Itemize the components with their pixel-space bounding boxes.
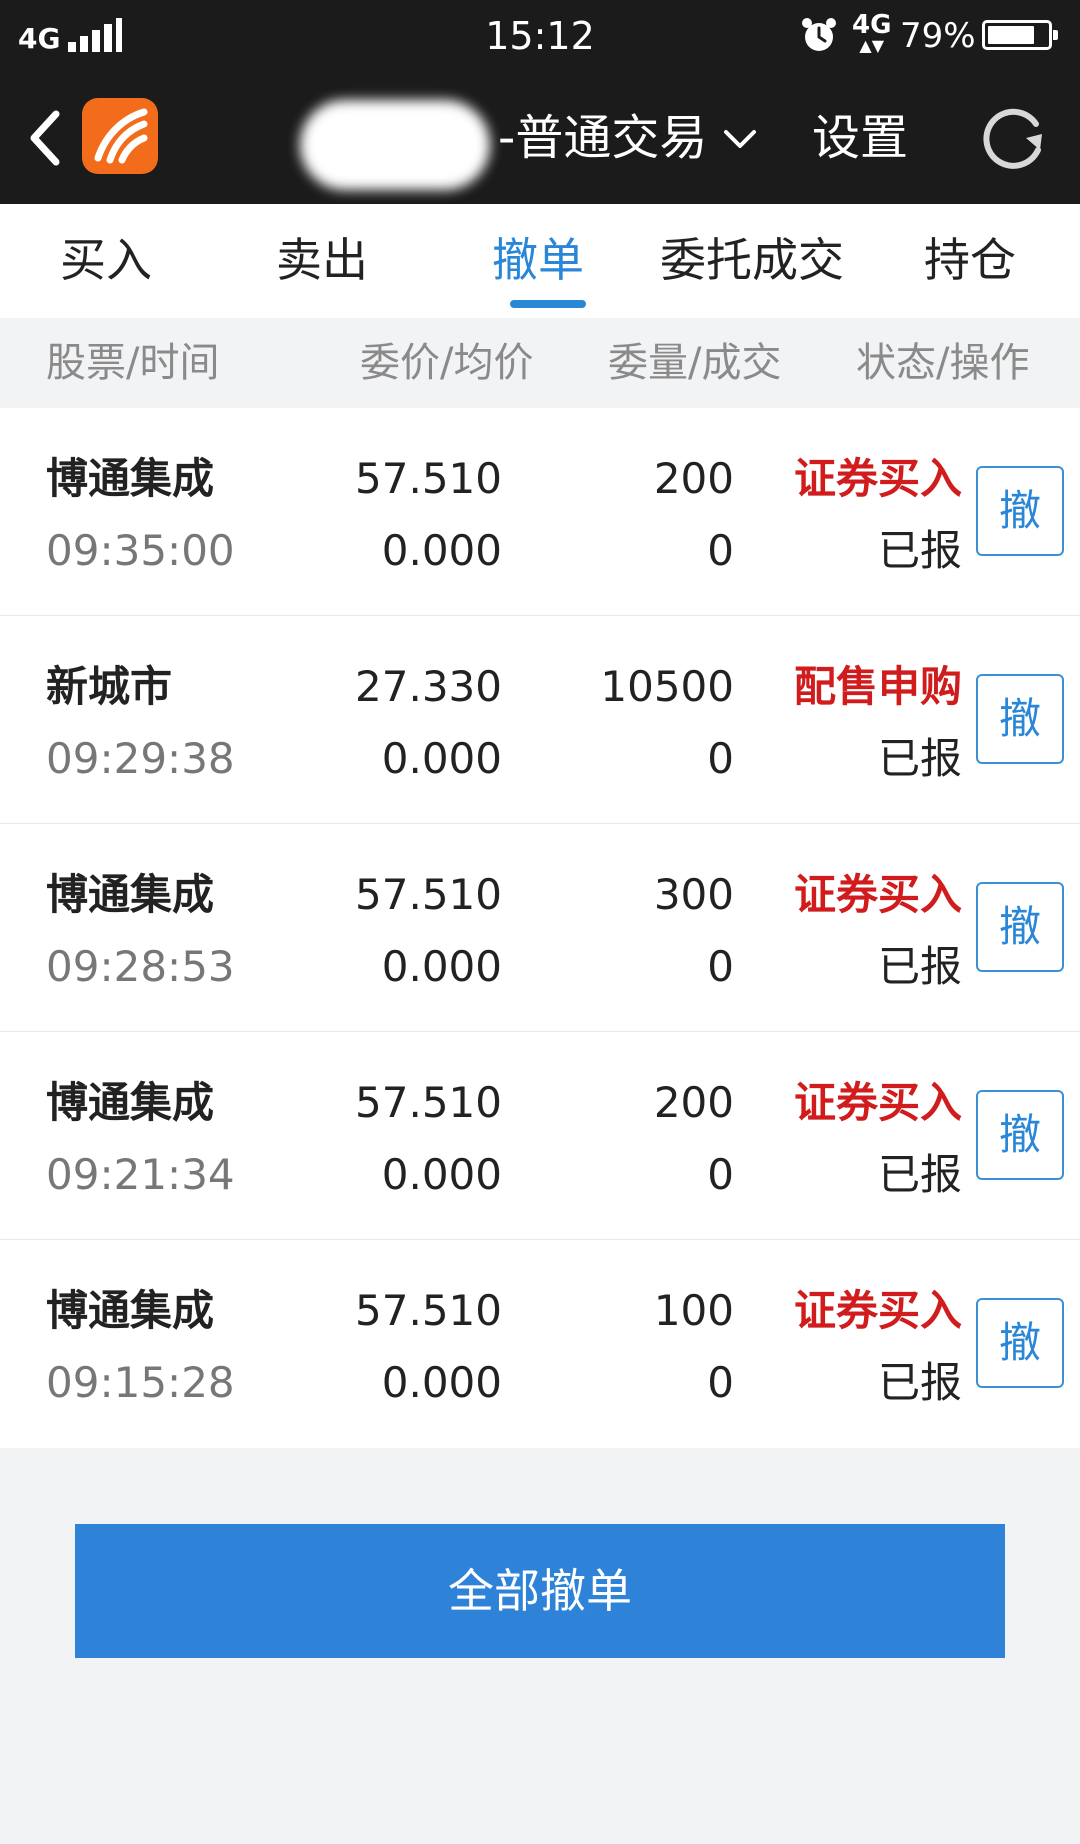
order-quantity: 300 — [653, 870, 734, 919]
cancel-order-button[interactable]: 撤 — [976, 674, 1064, 764]
order-quantity: 100 — [653, 1286, 734, 1335]
battery-percent: 79% — [900, 16, 976, 56]
order-price: 57.510 — [355, 870, 502, 919]
tab-buy[interactable]: 买入 — [60, 232, 152, 288]
filled-quantity: 0 — [707, 1358, 734, 1407]
tab-bar: 买入 卖出 撤单 委托成交 持仓 — [0, 204, 1080, 318]
order-status: 已报 — [877, 526, 962, 575]
order-type: 证券买入 — [793, 1286, 962, 1335]
data-arrows-icon: ▲▼ — [859, 36, 885, 55]
app-header: -普通交易 设置 — [0, 72, 1080, 204]
cancel-order-button[interactable]: 撤 — [976, 1298, 1064, 1388]
order-time: 09:35:00 — [46, 526, 235, 575]
tab-positions[interactable]: 持仓 — [924, 232, 1016, 288]
order-status: 已报 — [877, 734, 962, 783]
cancel-order-button[interactable]: 撤 — [976, 466, 1064, 556]
col-status-action: 状态/操作 — [856, 340, 1030, 386]
filled-quantity: 0 — [707, 942, 734, 991]
order-row: 新城市 09:29:38 27.330 0.000 10500 0 配售申购 已… — [0, 616, 1080, 824]
average-price: 0.000 — [381, 942, 502, 991]
stock-name: 博通集成 — [46, 1286, 215, 1335]
order-quantity: 200 — [653, 454, 734, 503]
col-qty-filled: 委量/成交 — [608, 340, 782, 386]
alarm-icon — [802, 18, 836, 51]
average-price: 0.000 — [381, 1358, 502, 1407]
order-row: 博通集成 09:35:00 57.510 0.000 200 0 证券买入 已报… — [0, 408, 1080, 616]
order-type: 证券买入 — [793, 1078, 962, 1127]
order-list: 博通集成 09:35:00 57.510 0.000 200 0 证券买入 已报… — [0, 408, 1080, 1448]
average-price: 0.000 — [381, 734, 502, 783]
col-price-avg: 委价/均价 — [360, 340, 534, 386]
filled-quantity: 0 — [707, 526, 734, 575]
order-price: 27.330 — [355, 662, 502, 711]
logo-swoosh-icon — [94, 108, 148, 164]
tab-orders-trades[interactable]: 委托成交 — [660, 232, 844, 288]
redacted-account-name — [300, 100, 490, 190]
chevron-down-icon[interactable] — [722, 124, 758, 154]
tab-sell[interactable]: 卖出 — [276, 232, 368, 288]
active-tab-indicator — [510, 300, 586, 308]
column-header: 股票/时间 委价/均价 委量/成交 状态/操作 — [0, 318, 1080, 408]
order-status: 已报 — [877, 942, 962, 991]
back-icon[interactable] — [26, 108, 66, 168]
order-row: 博通集成 09:21:34 57.510 0.000 200 0 证券买入 已报… — [0, 1032, 1080, 1240]
order-time: 09:28:53 — [46, 942, 235, 991]
cancel-all-button[interactable]: 全部撤单 — [75, 1524, 1005, 1658]
order-price: 57.510 — [355, 1078, 502, 1127]
refresh-icon[interactable] — [976, 102, 1050, 176]
order-type: 配售申购 — [793, 662, 962, 711]
stock-name: 新城市 — [46, 662, 173, 711]
order-status: 已报 — [877, 1358, 962, 1407]
network-type-secondary: 4G ▲▼ — [852, 10, 892, 55]
average-price: 0.000 — [381, 1150, 502, 1199]
cancel-order-button[interactable]: 撤 — [976, 1090, 1064, 1180]
stock-name: 博通集成 — [46, 870, 215, 919]
order-price: 57.510 — [355, 1286, 502, 1335]
battery-level — [988, 26, 1034, 44]
order-time: 09:29:38 — [46, 734, 235, 783]
stock-name: 博通集成 — [46, 454, 215, 503]
filled-quantity: 0 — [707, 1150, 734, 1199]
order-row: 博通集成 09:15:28 57.510 0.000 100 0 证券买入 已报… — [0, 1240, 1080, 1448]
average-price: 0.000 — [381, 526, 502, 575]
order-status: 已报 — [877, 1150, 962, 1199]
trade-mode-title[interactable]: -普通交易 — [498, 110, 707, 166]
stock-name: 博通集成 — [46, 1078, 215, 1127]
battery-icon — [982, 20, 1058, 50]
order-time: 09:21:34 — [46, 1150, 235, 1199]
order-type: 证券买入 — [793, 870, 962, 919]
filled-quantity: 0 — [707, 734, 734, 783]
status-bar: 4G 15:12 4G ▲▼ 79% — [0, 0, 1080, 72]
order-row: 博通集成 09:28:53 57.510 0.000 300 0 证券买入 已报… — [0, 824, 1080, 1032]
order-price: 57.510 — [355, 454, 502, 503]
order-type: 证券买入 — [793, 454, 962, 503]
order-time: 09:15:28 — [46, 1358, 235, 1407]
col-stock-time: 股票/时间 — [46, 340, 220, 386]
cancel-order-button[interactable]: 撤 — [976, 882, 1064, 972]
order-quantity: 10500 — [600, 662, 734, 711]
tab-cancel-order[interactable]: 撤单 — [492, 232, 584, 288]
settings-button[interactable]: 设置 — [812, 110, 908, 166]
app-logo[interactable] — [82, 98, 158, 174]
order-quantity: 200 — [653, 1078, 734, 1127]
